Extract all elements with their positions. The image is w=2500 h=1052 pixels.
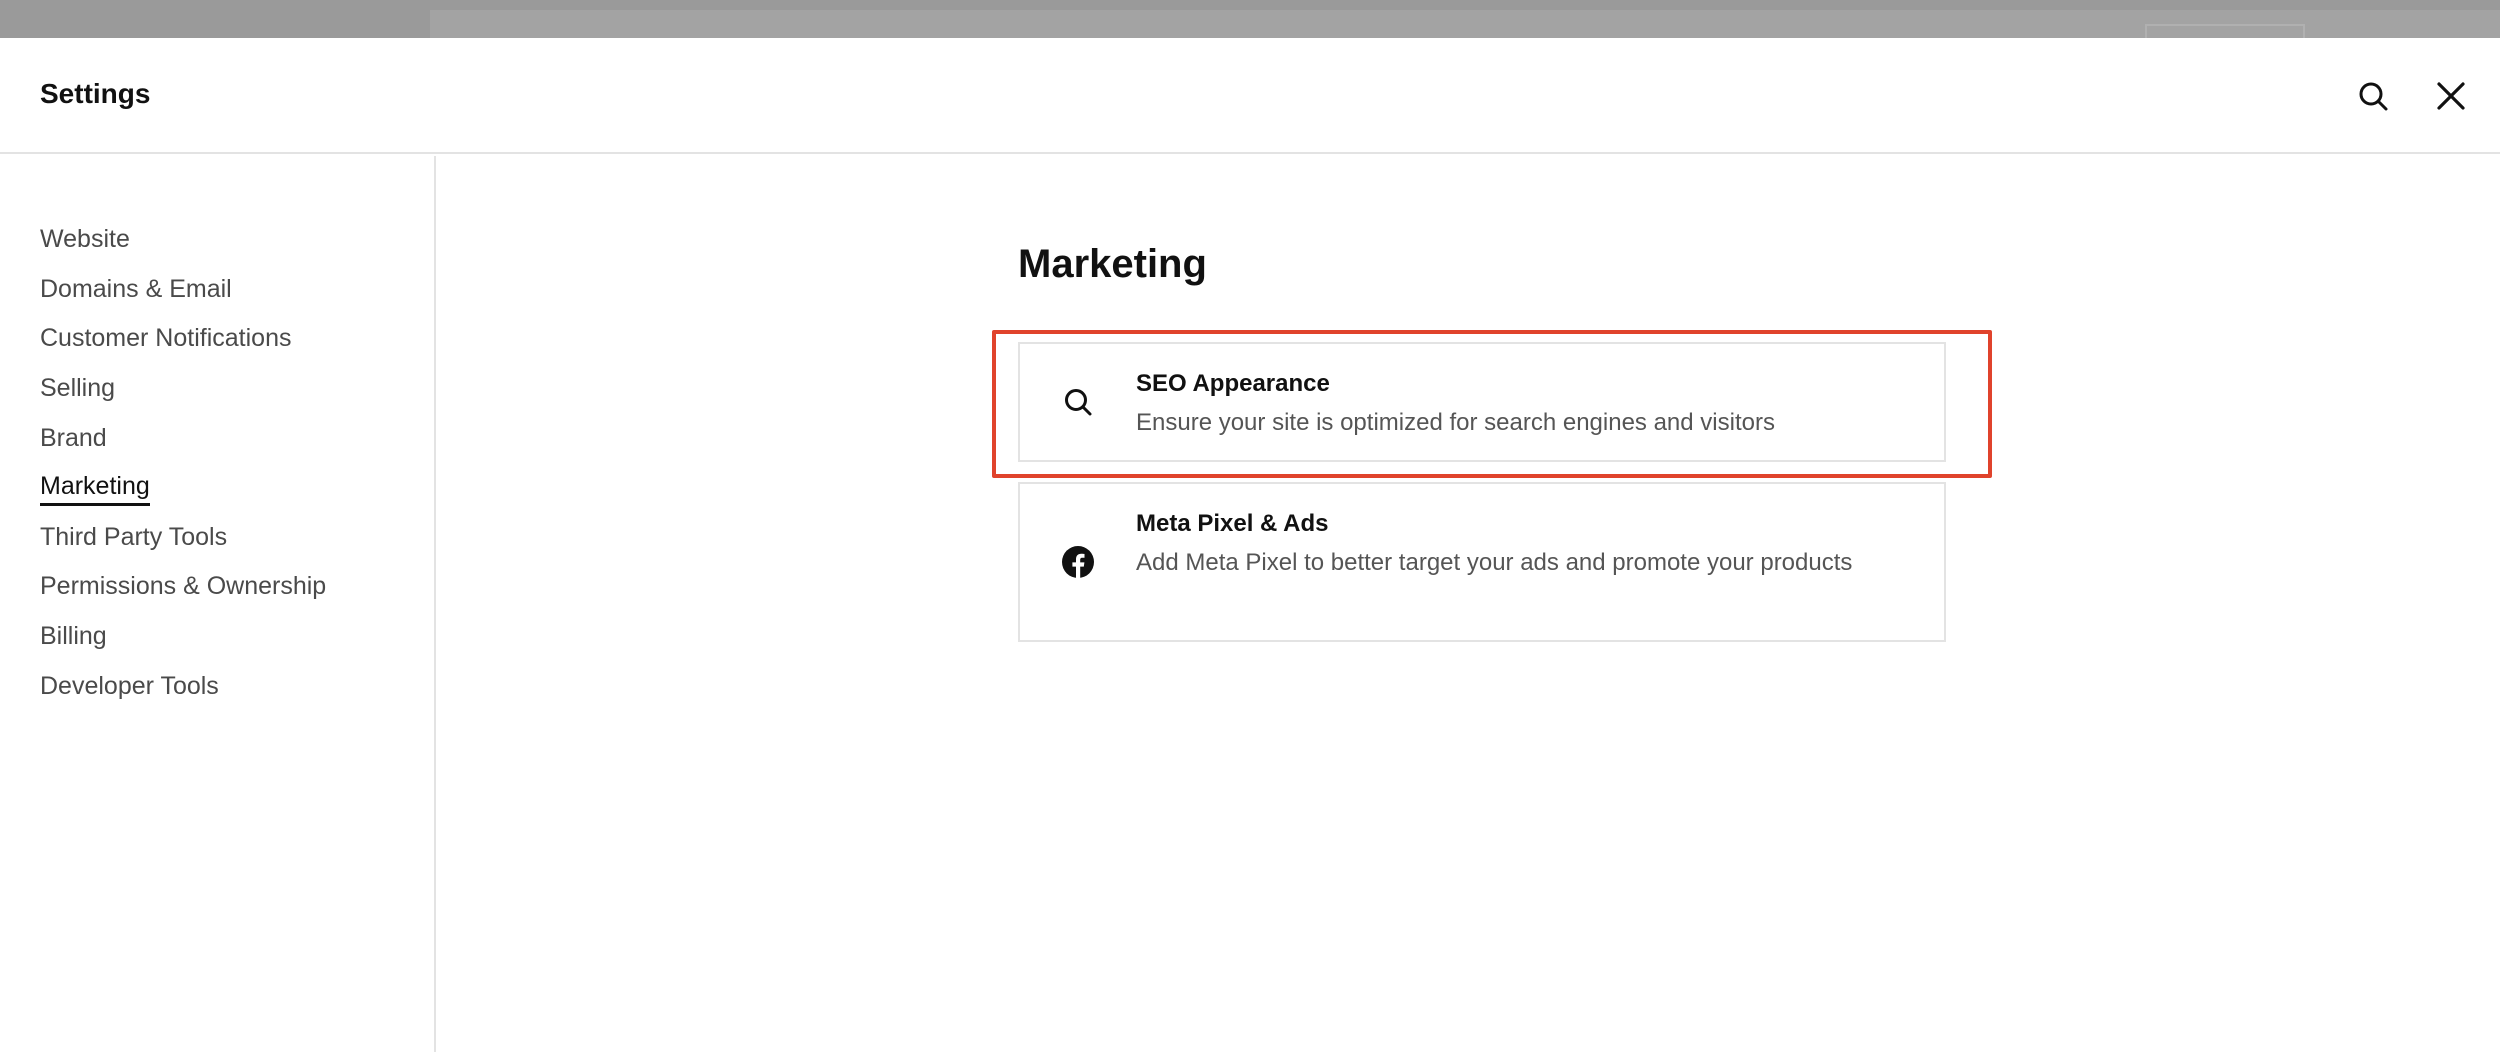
sidebar-item-permissions-ownership[interactable]: Permissions & Ownership [40, 563, 326, 613]
sidebar-item-domains-email[interactable]: Domains & Email [40, 266, 326, 316]
search-icon [2359, 82, 2388, 111]
sidebar-item-label: Developer Tools [40, 671, 219, 700]
sidebar-item-label: Billing [40, 622, 107, 651]
sidebar-item-customer-notifications[interactable]: Customer Notifications [40, 315, 326, 365]
sidebar-item-third-party-tools[interactable]: Third Party Tools [40, 514, 326, 564]
card-title: SEO Appearance [1136, 370, 1330, 397]
sidebar-item-brand[interactable]: Brand [40, 414, 326, 464]
sidebar-item-selling[interactable]: Selling [40, 365, 326, 415]
sidebar-item-label: Domains & Email [40, 274, 232, 303]
sidebar-item-developer-tools[interactable]: Developer Tools [40, 662, 326, 712]
sidebar-nav-list: Website Domains & Email Customer Notific… [40, 216, 326, 712]
card-description: Ensure your site is optimized for search… [1136, 409, 1775, 436]
seo-appearance-card[interactable]: SEO Appearance Ensure your site is optim… [1018, 342, 1946, 462]
sidebar-item-label: Customer Notifications [40, 324, 292, 353]
meta-pixel-ads-card[interactable]: Meta Pixel & Ads Add Meta Pixel to bette… [1018, 482, 1946, 642]
sidebar-item-marketing[interactable]: Marketing [40, 464, 326, 514]
sidebar-item-website[interactable]: Website [40, 216, 326, 266]
close-icon [2437, 82, 2465, 110]
sidebar-item-label: Third Party Tools [40, 522, 228, 551]
card-text: Meta Pixel & Ads Add Meta Pixel to bette… [1136, 508, 1916, 582]
close-button[interactable] [2423, 68, 2479, 124]
background-toolbar-button [2145, 24, 2305, 38]
page-title: Settings [40, 78, 151, 109]
settings-sidebar: Website Domains & Email Customer Notific… [0, 156, 436, 1052]
search-icon [1060, 384, 1096, 420]
card-description: Add Meta Pixel to better target your ads… [1136, 549, 1853, 576]
section-title: Marketing [1018, 242, 1207, 286]
sidebar-item-label: Selling [40, 374, 116, 403]
background-page-overlay [0, 0, 2500, 38]
settings-panel: Settings Website Domains & Email Custome… [0, 38, 2500, 1052]
sidebar-item-billing[interactable]: Billing [40, 613, 326, 663]
card-title: Meta Pixel & Ads [1136, 510, 1329, 537]
sidebar-item-label: Brand [40, 423, 107, 452]
settings-content: Marketing SEO Appearance Ensure your sit… [436, 156, 2500, 1052]
settings-header: Settings [0, 38, 2500, 154]
card-text: SEO Appearance Ensure your site is optim… [1136, 368, 1916, 442]
search-button[interactable] [2345, 68, 2401, 124]
sidebar-item-label: Marketing [40, 472, 150, 506]
sidebar-item-label: Website [40, 225, 130, 254]
sidebar-item-label: Permissions & Ownership [40, 572, 327, 601]
facebook-icon [1060, 544, 1096, 580]
